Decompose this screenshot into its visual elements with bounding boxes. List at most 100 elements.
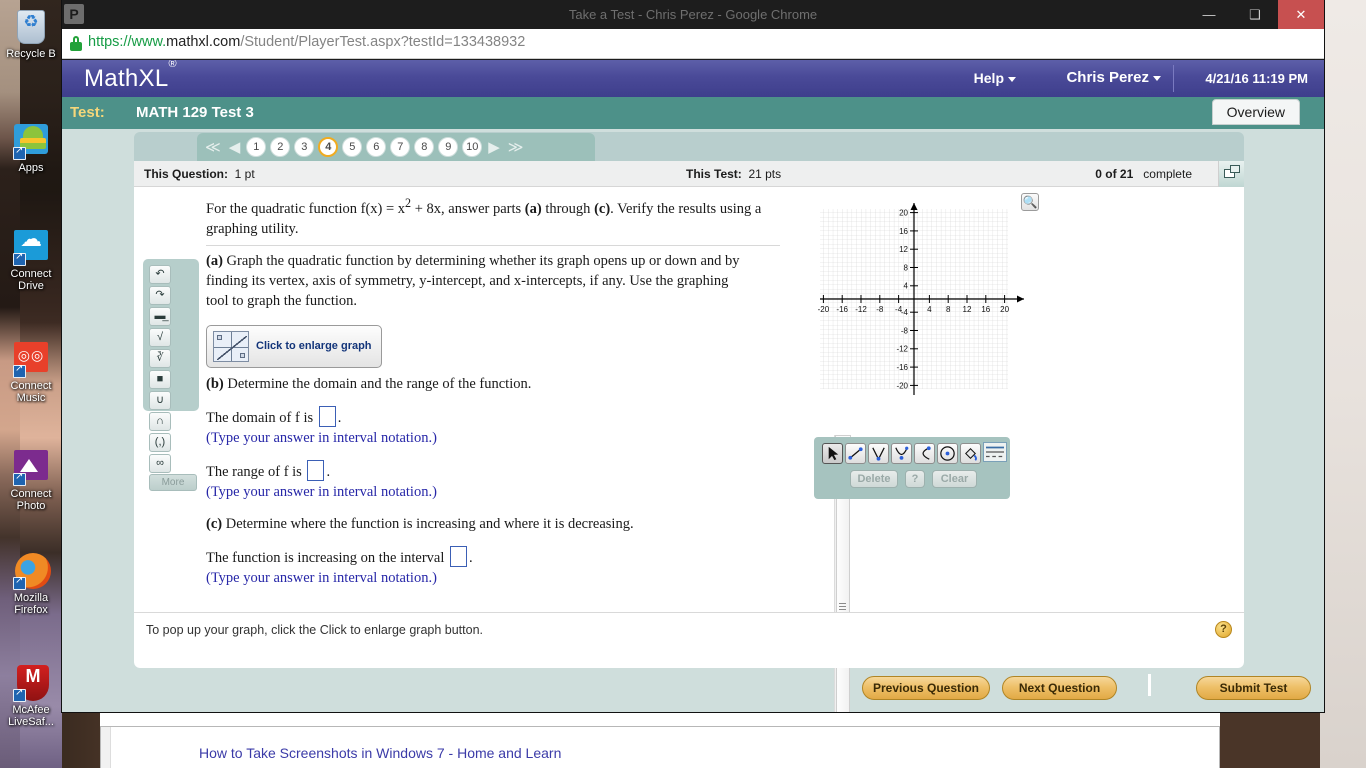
pager-page-5[interactable]: 5 (342, 137, 362, 157)
submit-test-button[interactable]: Submit Test (1196, 676, 1311, 700)
url-text[interactable]: https://www.mathxl.com/Student/PlayerTes… (88, 34, 525, 50)
desktop-icon-connect-music[interactable]: Connect Music (2, 340, 60, 404)
next-question-button[interactable]: Next Question (1002, 676, 1117, 700)
popout-window-icon[interactable] (1218, 161, 1244, 187)
help-menu[interactable]: Help (974, 70, 1016, 86)
click-to-enlarge-graph-button[interactable]: Click to enlarge graph (206, 325, 382, 368)
question-body: ↶ ↷ ▬̲ √ ∛ ■ ∪ ∩ (,) ∞ More For the quad… (134, 187, 1244, 612)
shortcut-arrow-icon (13, 147, 26, 160)
svg-text:12: 12 (963, 305, 972, 314)
svg-text:8: 8 (946, 305, 951, 314)
header-datetime: 4/21/16 11:19 PM (1205, 71, 1308, 86)
previous-question-button[interactable]: Previous Question (862, 676, 990, 700)
question-scroll-region[interactable]: (a) Graph the quadratic function by dete… (206, 251, 799, 591)
select-tool[interactable] (822, 443, 843, 464)
increasing-input[interactable] (450, 546, 467, 567)
mathxl-page: MathXL® Help Chris Perez 4/21/16 11:19 P… (62, 60, 1324, 712)
pager-prev-button[interactable]: ◀ (227, 138, 243, 156)
pager-page-6[interactable]: 6 (366, 137, 386, 157)
union-button[interactable]: ∪ (149, 391, 171, 410)
progress-status: 0 of 21 complete (1095, 167, 1192, 181)
browser-titlebar[interactable]: P Take a Test - Chris Perez - Google Chr… (62, 0, 1324, 29)
parabola-up-tool[interactable] (868, 443, 889, 464)
desktop-icon-label: Connect Music (2, 380, 60, 404)
line-style-tool[interactable] (983, 442, 1007, 462)
delete-button[interactable]: Delete (850, 470, 898, 488)
coordinate-graph[interactable]: -20 -16 -12 -8 -4 4 8 12 16 20 20 (814, 199, 1046, 421)
window-title: Take a Test - Chris Perez - Google Chrom… (62, 7, 1324, 22)
desktop-icon-connect-photo[interactable]: Connect Photo (2, 448, 60, 512)
square-root-button[interactable]: √ (149, 328, 171, 347)
graph-help-button[interactable]: ? (905, 470, 925, 488)
svg-text:16: 16 (981, 305, 990, 314)
pager-page-3[interactable]: 3 (294, 137, 314, 157)
domain-answer-block: The domain of f is . (Type your answer i… (206, 406, 751, 448)
undo-button[interactable]: ↶ (149, 265, 171, 284)
svg-text:-16: -16 (896, 363, 908, 372)
test-label: Test: (70, 104, 105, 121)
fraction-button[interactable]: ▬̲ (149, 307, 171, 326)
address-bar[interactable]: https://www.mathxl.com/Student/PlayerTes… (62, 29, 1324, 59)
exponent-button[interactable]: ■ (149, 370, 171, 389)
pager-page-9[interactable]: 9 (438, 137, 458, 157)
pager-page-10[interactable]: 10 (462, 137, 482, 157)
svg-text:4: 4 (927, 305, 932, 314)
desktop-icon-connect-drive[interactable]: Connect Drive (2, 228, 60, 292)
interval-button[interactable]: (,) (149, 433, 171, 452)
recycle-bin-icon (11, 8, 51, 46)
desktop-icon-recycle-bin[interactable]: Recycle B (2, 8, 60, 60)
curve-tool[interactable] (914, 443, 935, 464)
desktop-icon-label: McAfee LiveSaf... (2, 704, 60, 728)
graph-thumbnail-icon (213, 331, 249, 362)
part-b-block: (b) Determine the domain and the range o… (206, 374, 751, 394)
pager-page-7[interactable]: 7 (390, 137, 410, 157)
question-status-bar: This Question: 1 pt This Test: 21 pts 0 … (134, 161, 1244, 187)
help-icon[interactable]: ? (1215, 621, 1232, 638)
range-input[interactable] (307, 460, 324, 481)
close-button[interactable]: ✕ (1278, 0, 1324, 29)
pager-page-4[interactable]: 4 (318, 137, 338, 157)
pager-page-1[interactable]: 1 (246, 137, 266, 157)
svg-text:-4: -4 (901, 308, 909, 317)
overview-button[interactable]: Overview (1212, 99, 1300, 125)
url-scheme: https://www. (88, 34, 166, 50)
infinity-button[interactable]: ∞ (149, 454, 171, 473)
pager-first-button[interactable]: ≪ (203, 138, 223, 156)
paint-bucket-tool[interactable] (960, 443, 981, 464)
url-path: /Student/PlayerTest.aspx?testId=13343893… (240, 34, 525, 50)
domain-hint: (Type your answer in interval notation.) (206, 430, 437, 446)
stem-divider (206, 245, 780, 246)
this-test-label: This Test: (686, 167, 742, 181)
parabola-down-tool[interactable] (891, 443, 912, 464)
pager-page-8[interactable]: 8 (414, 137, 434, 157)
graph-tool-palette: Delete ? Clear (814, 437, 1010, 499)
chrome-browser-window: P Take a Test - Chris Perez - Google Chr… (62, 0, 1324, 712)
clear-button[interactable]: Clear (932, 470, 977, 488)
maximize-button[interactable]: ❑ (1232, 0, 1278, 29)
test-name: MATH 129 Test 3 (136, 104, 254, 121)
redo-button[interactable]: ↷ (149, 286, 171, 305)
part-c-block: (c) Determine where the function is incr… (206, 514, 751, 534)
desktop-icon-mcafee[interactable]: McAfee LiveSaf... (2, 664, 60, 728)
line-tool[interactable] (845, 443, 866, 464)
pager-last-button[interactable]: ≫ (506, 138, 526, 156)
apps-icon (11, 122, 51, 160)
background-window-link[interactable]: How to Take Screenshots in Windows 7 - H… (199, 745, 561, 761)
background-window[interactable]: How to Take Screenshots in Windows 7 - H… (100, 726, 1220, 768)
circle-tool[interactable] (937, 443, 958, 464)
intersection-button[interactable]: ∩ (149, 412, 171, 431)
question-footer: To pop up your graph, click the Click to… (134, 612, 1244, 668)
domain-input[interactable] (319, 406, 336, 427)
desktop-icon-apps[interactable]: Apps (2, 122, 60, 174)
pager-next-button[interactable]: ▶ (486, 138, 502, 156)
domain-prefix: The domain of f is (206, 410, 313, 426)
increasing-prefix: The function is increasing on the interv… (206, 550, 444, 566)
more-button[interactable]: More (149, 474, 197, 491)
range-suffix: . (326, 464, 330, 480)
minimize-button[interactable]: — (1186, 0, 1232, 29)
nth-root-button[interactable]: ∛ (149, 349, 171, 368)
user-menu[interactable]: Chris Perez (1066, 69, 1161, 86)
desktop-icon-firefox[interactable]: Mozilla Firefox (2, 552, 60, 616)
pager-page-2[interactable]: 2 (270, 137, 290, 157)
increasing-answer-block: The function is increasing on the interv… (206, 546, 751, 588)
